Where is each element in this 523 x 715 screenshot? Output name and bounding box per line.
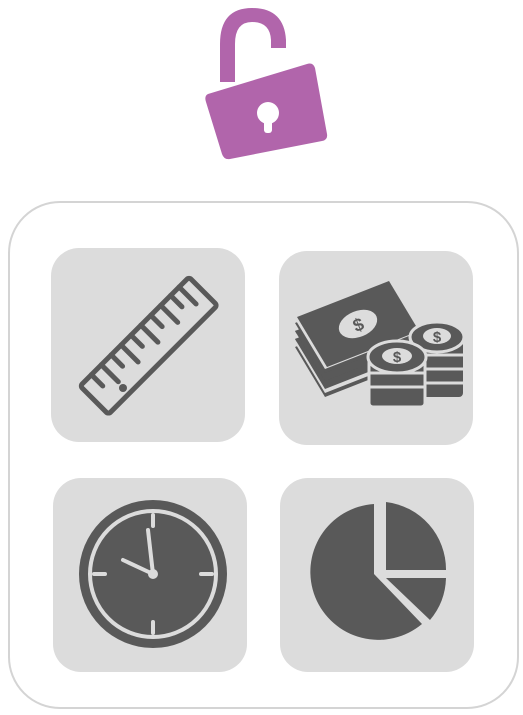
clock-tile[interactable] bbox=[53, 478, 247, 672]
money-tile[interactable]: $ $ $ bbox=[279, 251, 473, 445]
pie-chart-tile[interactable] bbox=[280, 478, 474, 672]
ruler-icon bbox=[78, 275, 219, 416]
money-stack-and-coins-icon: $ $ $ bbox=[295, 281, 466, 409]
clock-icon bbox=[79, 500, 227, 648]
svg-text:$: $ bbox=[433, 329, 442, 346]
ruler-tile[interactable] bbox=[51, 248, 245, 442]
svg-text:$: $ bbox=[393, 349, 402, 366]
unlocked-padlock-icon bbox=[205, 8, 328, 160]
pie-chart-icon bbox=[310, 502, 447, 640]
